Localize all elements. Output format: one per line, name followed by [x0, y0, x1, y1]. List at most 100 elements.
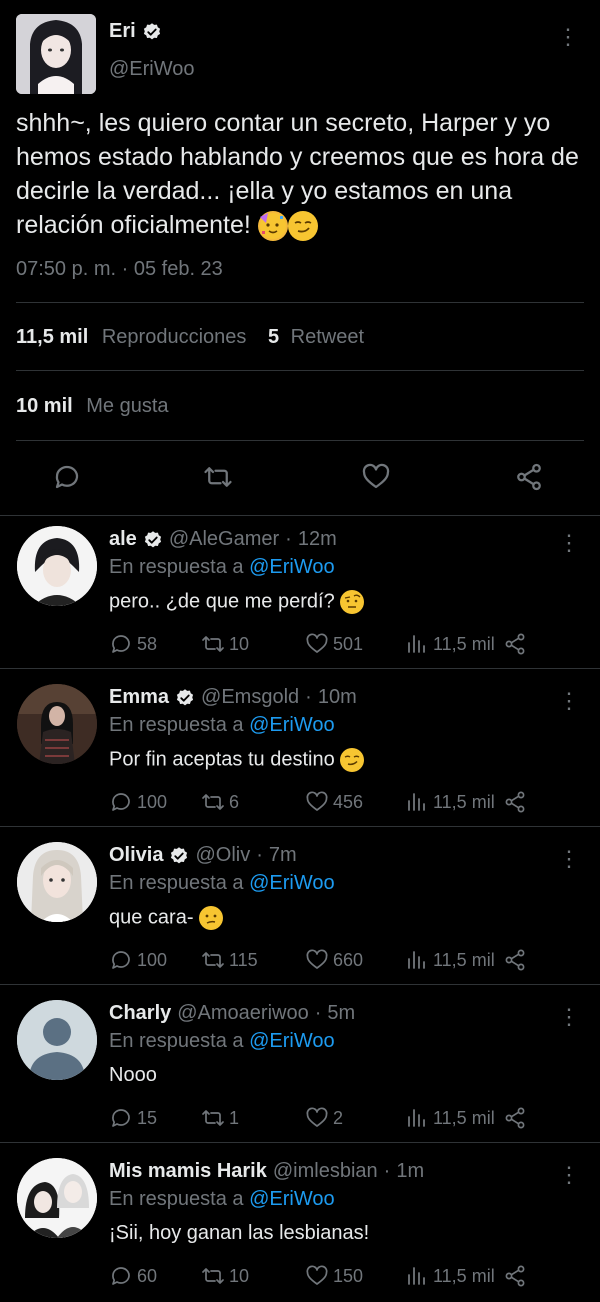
reply-item[interactable]: Olivia @Oliv · 7m ⋮ En respuesta a @EriW… [0, 832, 600, 984]
views-button[interactable]: 11,5 mil [405, 790, 495, 814]
author-name[interactable]: Eri [109, 20, 136, 43]
views-icon [408, 951, 425, 969]
more-options-icon[interactable]: ⋮ [558, 846, 580, 872]
tweet-timestamp[interactable]: 07:50 p. m. · 05 feb. 23 [16, 258, 223, 281]
more-options-icon[interactable]: ⋮ [558, 1162, 580, 1188]
reply-time[interactable]: 10m [318, 686, 357, 709]
reply-button[interactable]: 100 [109, 948, 167, 972]
views-stat[interactable]: 11,5 mil Reproducciones 5 Retweet [16, 326, 364, 349]
reply-time[interactable]: 12m [298, 528, 337, 551]
reply-handle[interactable]: @Oliv [195, 844, 250, 867]
reply-button[interactable]: 100 [109, 790, 167, 814]
reply-button[interactable]: 58 [109, 632, 157, 656]
reply-text: pero.. ¿de que me perdí? [109, 590, 365, 614]
retweet-button[interactable]: 1 [201, 1106, 239, 1130]
retweet-button[interactable]: 10 [201, 1264, 249, 1288]
author-avatar[interactable] [16, 14, 96, 94]
views-icon [408, 635, 425, 653]
mention-link[interactable]: @EriWoo [249, 1188, 335, 1210]
replying-to: En respuesta a @EriWoo [109, 1030, 335, 1053]
view-count: 11,5 mil [433, 791, 495, 812]
likes-count: 10 mil [16, 395, 73, 417]
share-button[interactable] [503, 1106, 527, 1130]
reply-time[interactable]: 5m [327, 1002, 355, 1025]
author-handle[interactable]: @EriWoo [109, 58, 195, 81]
views-button[interactable]: 11,5 mil [405, 632, 495, 656]
replying-to: En respuesta a @EriWoo [109, 556, 335, 579]
reply-handle[interactable]: @AleGamer [169, 528, 279, 551]
reply-time[interactable]: 7m [269, 844, 297, 867]
reply-handle[interactable]: @Amoaeriwoo [177, 1002, 308, 1025]
retweet-icon [202, 1268, 224, 1284]
share-button[interactable] [503, 632, 527, 656]
verified-badge-icon [144, 530, 161, 547]
retweet-button[interactable]: 115 [201, 948, 258, 972]
reply-icon [112, 951, 130, 969]
like-icon [362, 463, 390, 489]
reply-button[interactable] [52, 462, 82, 497]
retweet-button[interactable] [203, 462, 233, 497]
reply-handle[interactable]: @imlesbian [273, 1160, 378, 1183]
likes-stat[interactable]: 10 mil Me gusta [16, 395, 169, 418]
more-options-icon[interactable]: ⋮ [558, 1004, 580, 1030]
views-button[interactable]: 11,5 mil [405, 948, 495, 972]
reply-item[interactable]: Charly @Amoaeriwoo · 5m ⋮ En respuesta a… [0, 990, 600, 1142]
like-button[interactable]: 2 [305, 1106, 343, 1130]
reply-actions: 58 10 501 11,5 mil [109, 632, 529, 658]
reply-author-name[interactable]: Mis mamis Harik [109, 1160, 267, 1183]
share-button[interactable] [514, 462, 544, 497]
like-button[interactable]: 150 [305, 1264, 363, 1288]
like-button[interactable]: 660 [305, 948, 363, 972]
avatar[interactable] [17, 684, 97, 764]
views-button[interactable]: 11,5 mil [405, 1106, 495, 1130]
reply-author-name[interactable]: ale [109, 528, 137, 551]
reply-body: pero.. ¿de que me perdí? [109, 590, 335, 613]
reply-time[interactable]: 1m [396, 1160, 424, 1183]
views-label: Reproducciones [101, 326, 247, 348]
views-button[interactable]: 11,5 mil [405, 1264, 495, 1288]
reply-author-name[interactable]: Emma [109, 686, 169, 709]
retweet-count: 10 [229, 633, 250, 654]
replying-to-label: En respuesta a [109, 872, 244, 894]
mention-link[interactable]: @EriWoo [249, 556, 335, 578]
avatar[interactable] [17, 842, 97, 922]
retweet-icon [202, 952, 224, 968]
like-count: 660 [333, 949, 364, 970]
more-options-icon[interactable]: ⋮ [558, 530, 580, 556]
reply-author-name[interactable]: Olivia [109, 844, 163, 867]
divider [16, 302, 584, 303]
mention-link[interactable]: @EriWoo [249, 714, 335, 736]
reply-button[interactable]: 15 [109, 1106, 157, 1130]
reply-icon [55, 465, 79, 489]
reply-item[interactable]: ale @AleGamer · 12m ⋮ En respuesta a @Er… [0, 516, 600, 668]
raised-eyebrow-emoji [340, 590, 365, 614]
like-button[interactable]: 456 [305, 790, 363, 814]
retweet-button[interactable]: 10 [201, 632, 249, 656]
like-button[interactable]: 501 [305, 632, 363, 656]
share-button[interactable] [503, 948, 527, 972]
replying-to-label: En respuesta a [109, 1030, 244, 1052]
avatar[interactable] [17, 526, 97, 606]
like-icon [306, 949, 328, 969]
avatar[interactable] [17, 1158, 97, 1238]
mention-link[interactable]: @EriWoo [249, 1030, 335, 1052]
more-options-icon[interactable]: ⋮ [557, 26, 579, 48]
reply-item[interactable]: Mis mamis Harik @imlesbian · 1m ⋮ En res… [0, 1148, 600, 1300]
replying-to-label: En respuesta a [109, 1188, 244, 1210]
mention-link[interactable]: @EriWoo [249, 872, 335, 894]
share-button[interactable] [503, 790, 527, 814]
reply-button[interactable]: 60 [109, 1264, 157, 1288]
retweet-count: 6 [229, 791, 240, 812]
view-count: 11,5 mil [433, 1107, 495, 1128]
reply-item[interactable]: Emma @Emsgold · 10m ⋮ En respuesta a @Er… [0, 674, 600, 826]
like-button[interactable] [361, 462, 391, 497]
avatar[interactable] [17, 1000, 97, 1080]
reply-handle[interactable]: @Emsgold [201, 686, 299, 709]
reply-author-name[interactable]: Charly [109, 1002, 171, 1025]
share-button[interactable] [503, 1264, 527, 1288]
like-count: 150 [333, 1265, 364, 1286]
retweet-icon [202, 1110, 224, 1126]
more-options-icon[interactable]: ⋮ [558, 688, 580, 714]
replying-to: En respuesta a @EriWoo [109, 872, 335, 895]
retweet-button[interactable]: 6 [201, 790, 239, 814]
